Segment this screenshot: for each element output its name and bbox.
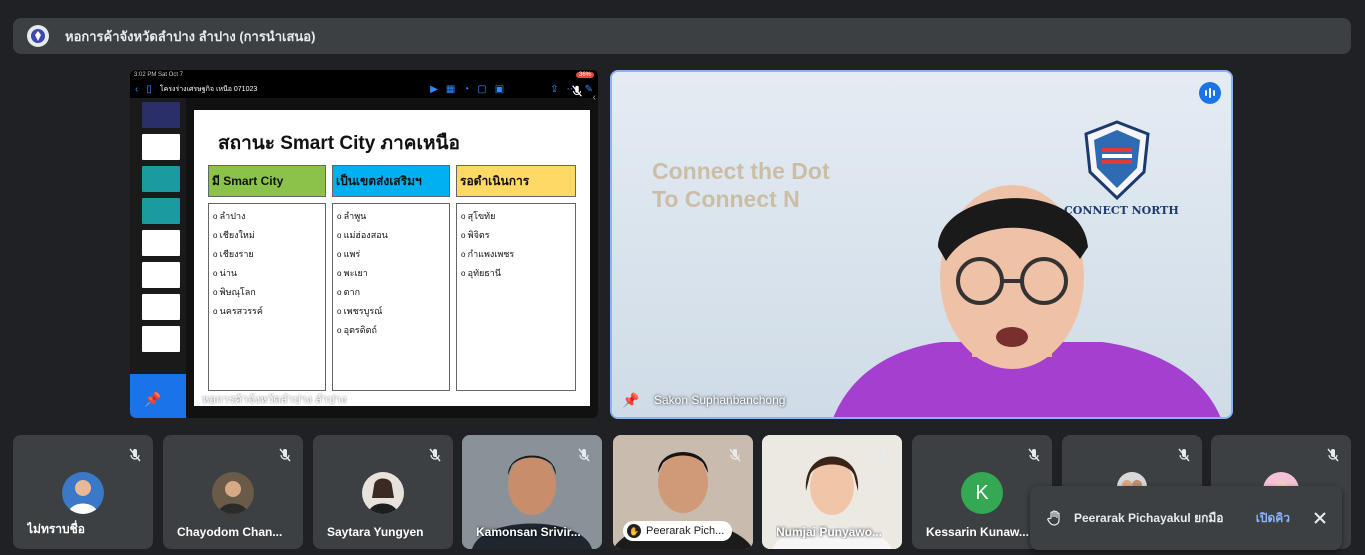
slide-thumbnails <box>130 98 186 418</box>
participant-tile[interactable]: Kamonsan Srivir... <box>462 435 602 549</box>
ipad-status-time: 3:02 PM Sat Oct 7 <box>134 72 184 78</box>
participant-name: Numjai Punyawo... <box>776 525 883 539</box>
mic-off-icon <box>578 448 590 462</box>
background-slogan: Connect the Dot To Connect N <box>652 157 830 213</box>
list-item: เพชรบูรณ์ <box>337 302 445 321</box>
avatar-initial: K <box>961 472 1003 514</box>
presenter-logo-icon <box>27 25 49 47</box>
slide-thumbnail <box>142 166 180 192</box>
mic-off-icon <box>1178 448 1190 462</box>
chart-icon: ◔ <box>463 83 470 95</box>
column-header-smart-city: มี Smart City <box>208 165 326 197</box>
media-icon: ▣ <box>494 83 505 95</box>
list-item: พิจิตร <box>461 226 571 245</box>
sidebar-icon: ▯ <box>146 83 152 95</box>
share-icon: ⇪ <box>550 83 559 95</box>
play-icon: ▶ <box>430 83 438 95</box>
toast-message: Peerarak Pichayakul ยกมือ <box>1074 510 1224 525</box>
list-item: อุตรดิตถ์ <box>337 321 445 340</box>
mic-off-icon <box>572 85 582 97</box>
raised-hand-toast: Peerarak Pichayakul ยกมือ เปิดคิว <box>1030 486 1342 550</box>
list-item: แม่ฮ่องสอน <box>337 226 445 245</box>
raised-hand-icon: ✋ <box>627 524 641 538</box>
speaker-video <box>833 185 1221 417</box>
list-item: น่าน <box>213 264 321 283</box>
column-header-promotion-zone: เป็นเขตส่งเสริมฯ <box>332 165 450 197</box>
list-item: เชียงราย <box>213 245 321 264</box>
mic-off-icon <box>729 448 741 462</box>
participant-name: Saytara Yungyen <box>327 525 424 539</box>
document-title: โครงร่างเศรษฐกิจ เหนือ 071023 <box>159 85 258 93</box>
ipad-status-battery: 36% <box>575 72 594 78</box>
participant-name: Kamonsan Srivir... <box>476 525 581 539</box>
raised-hand-chip: ✋ Peerarak Pich... <box>623 521 733 541</box>
participant-name: Kessarin Kunaw... <box>926 525 1029 539</box>
slide-thumbnail <box>142 198 180 224</box>
slide-thumbnail <box>142 294 180 320</box>
column-list-promotion-zone: ลำพูน แม่ฮ่องสอน แพร่ พะเยา ตาก เพชรบูรณ… <box>332 203 450 391</box>
presentation-bar: หอการค้าจังหวัดลำปาง ลำปาง (การนำเสนอ) <box>13 18 1351 54</box>
slide-title: สถานะ Smart City ภาคเหนือ <box>218 133 460 154</box>
list-item: นครสวรรค์ <box>213 302 321 321</box>
keynote-body: สถานะ Smart City ภาคเหนือ มี Smart City … <box>130 98 598 418</box>
raised-hand-icon <box>1047 510 1060 526</box>
presentation-title: หอการค้าจังหวัดลำปาง ลำปาง (การนำเสนอ) <box>65 28 316 44</box>
list-item: สุโขทัย <box>461 207 571 226</box>
ipad-status-bar: 3:02 PM Sat Oct 7 36% <box>130 70 598 80</box>
speaking-indicator-icon <box>1199 82 1221 104</box>
ipad-toolbar: ‹ ▯ โครงร่างเศรษฐกิจ เหนือ 071023 ▶ ▦ ◔ … <box>130 80 598 98</box>
list-item: พะเยา <box>337 264 445 283</box>
mic-off-icon <box>1327 448 1339 462</box>
list-item: ลำปาง <box>213 207 321 226</box>
close-icon[interactable] <box>1312 510 1328 526</box>
list-item: พิษณุโลก <box>213 283 321 302</box>
current-slide: สถานะ Smart City ภาคเหนือ มี Smart City … <box>194 110 590 406</box>
slide-thumbnail <box>142 230 180 256</box>
participant-tile[interactable]: ไม่ทราบชื่อ <box>13 435 153 549</box>
participant-name: ไม่ทราบชื่อ <box>27 522 86 536</box>
list-item: ตาก <box>337 283 445 302</box>
slide-thumbnail <box>142 326 180 352</box>
list-item: อุทัยธานี <box>461 264 571 283</box>
participant-name: Peerarak Pich... <box>646 525 725 537</box>
participant-tile[interactable]: ✋ Peerarak Pich... <box>613 435 753 549</box>
list-item: แพร่ <box>337 245 445 264</box>
slide-thumbnail <box>142 262 180 288</box>
background-slogan-line2: To Connect N <box>652 186 800 212</box>
column-list-pending: สุโขทัย พิจิตร กำแพงเพชร อุทัยธานี <box>456 203 576 391</box>
avatar <box>212 472 254 514</box>
background-slogan-line1: Connect the Dot <box>652 158 830 184</box>
meet-window: หอการค้าจังหวัดลำปาง ลำปาง (การนำเสนอ) 3… <box>0 0 1365 555</box>
list-item: เชียงใหม่ <box>213 226 321 245</box>
list-item: กำแพงเพชร <box>461 245 571 264</box>
avatar <box>62 472 104 514</box>
mic-off-icon <box>878 448 890 462</box>
slide-thumbnail <box>142 134 180 160</box>
mic-off-icon <box>429 448 441 462</box>
back-chevron-icon: ‹ <box>135 83 139 95</box>
shared-screen[interactable]: 3:02 PM Sat Oct 7 36% ‹ ▯ โครงร่างเศรษฐก… <box>130 70 598 418</box>
participant-tile[interactable]: Saytara Yungyen <box>313 435 453 549</box>
shape-icon: ▢ <box>477 83 487 95</box>
participant-name: Chayodom Chan... <box>177 525 283 539</box>
mic-off-icon <box>1028 448 1040 462</box>
speaker-tile[interactable]: Connect the Dot To Connect N CONNECT NOR… <box>610 70 1233 419</box>
column-header-pending: รอดำเนินการ <box>456 165 576 197</box>
participant-tile[interactable]: Chayodom Chan... <box>163 435 303 549</box>
pin-icon[interactable]: 📌 <box>144 391 161 408</box>
collapse-chevron-icon[interactable]: ‹ <box>593 92 596 103</box>
participant-tile[interactable]: Numjai Punyawo... <box>762 435 902 549</box>
mic-off-icon <box>129 448 141 462</box>
avatar <box>362 472 404 514</box>
open-queue-button[interactable]: เปิดคิว <box>1256 509 1290 528</box>
speaker-name: Sakon Suphanbanchong <box>654 393 786 407</box>
shared-screen-caption: หอการค้าจังหวัดลำปาง ลำปาง <box>202 394 347 406</box>
slide-thumbnail <box>142 102 180 128</box>
mic-off-icon <box>279 448 291 462</box>
table-icon: ▦ <box>445 83 456 95</box>
column-list-smart-city: ลำปาง เชียงใหม่ เชียงราย น่าน พิษณุโลก น… <box>208 203 326 391</box>
pin-icon[interactable]: 📌 <box>622 392 639 409</box>
list-item: ลำพูน <box>337 207 445 226</box>
